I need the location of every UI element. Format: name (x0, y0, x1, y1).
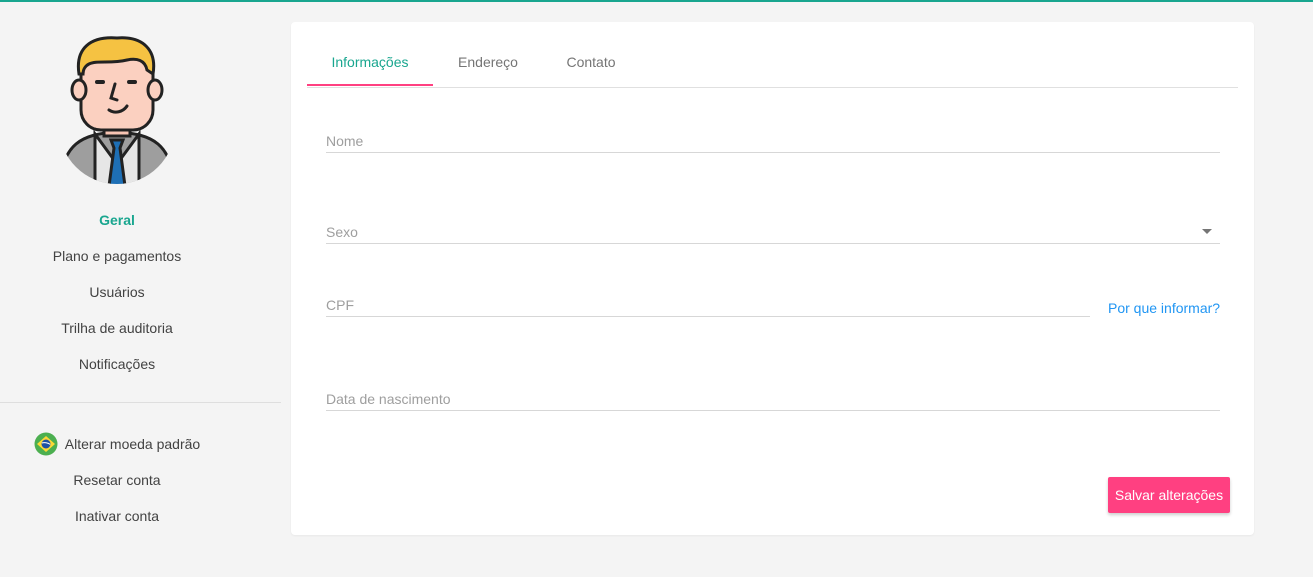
sidebar-account-actions: Alterar moeda padrão Resetar conta Inati… (0, 426, 234, 534)
name-field (326, 130, 1220, 153)
sidebar: Geral Plano e pagamentos Usuários Trilha… (0, 2, 282, 577)
sidebar-item-geral[interactable]: Geral (0, 202, 234, 238)
sidebar-item-trilha-auditoria[interactable]: Trilha de auditoria (0, 310, 234, 346)
sidebar-item-notificacoes[interactable]: Notificações (0, 346, 234, 382)
cpf-field (326, 294, 1090, 317)
brazil-flag-icon (34, 432, 58, 456)
tab-endereco[interactable]: Endereço (433, 42, 543, 86)
tab-informacoes[interactable]: Informações (307, 42, 433, 86)
cpf-input[interactable] (326, 294, 1090, 316)
birthdate-input[interactable] (326, 388, 1220, 410)
gender-select-input[interactable] (326, 221, 1220, 243)
save-changes-button[interactable]: Salvar alterações (1108, 477, 1230, 513)
sidebar-item-plano-pagamentos[interactable]: Plano e pagamentos (0, 238, 234, 274)
gender-select[interactable] (326, 221, 1220, 244)
sidebar-nav: Geral Plano e pagamentos Usuários Trilha… (0, 202, 234, 382)
tab-bar: Informações Endereço Contato (307, 42, 1238, 88)
birthdate-field (326, 388, 1220, 411)
active-tab-indicator (307, 84, 433, 86)
sidebar-item-usuarios[interactable]: Usuários (0, 274, 234, 310)
change-currency-label: Alterar moeda padrão (64, 436, 201, 452)
name-input[interactable] (326, 130, 1220, 152)
tab-contato[interactable]: Contato (543, 42, 639, 86)
why-inform-link[interactable]: Por que informar? (1108, 300, 1220, 316)
reset-account-link[interactable]: Resetar conta (0, 462, 234, 498)
sidebar-divider (0, 402, 281, 403)
businessman-avatar-icon (59, 36, 175, 184)
profile-form-card: Informações Endereço Contato Por que inf… (291, 22, 1254, 535)
chevron-down-icon (1202, 229, 1212, 234)
change-currency-button[interactable]: Alterar moeda padrão (0, 426, 234, 462)
deactivate-account-link[interactable]: Inativar conta (0, 498, 234, 534)
